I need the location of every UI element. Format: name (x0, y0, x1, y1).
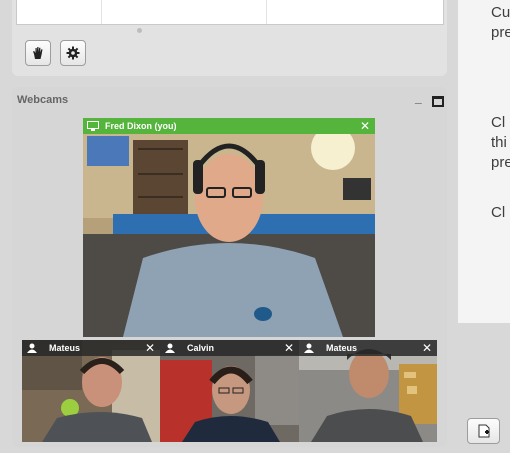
user-icon (304, 343, 314, 353)
participant-video: Calvin ✕ (160, 340, 299, 442)
add-document-icon (478, 424, 489, 438)
raise-hand-button[interactable] (25, 40, 51, 66)
webcam-icon (87, 121, 99, 131)
top-panel (12, 0, 447, 76)
right-panel-text: Cl (491, 204, 506, 221)
right-panel-text: pre (491, 154, 510, 171)
right-panel-text: pre (491, 24, 510, 41)
close-icon[interactable]: ✕ (284, 340, 294, 356)
participant-video: Mateus ✕ (22, 340, 160, 442)
user-icon (27, 343, 37, 353)
close-icon[interactable]: ✕ (360, 118, 370, 134)
right-column (455, 0, 510, 453)
video-feed (83, 118, 375, 337)
participant-video: Mateus ✕ (299, 340, 437, 442)
main-video-titlebar: Fred Dixon (you) ✕ (83, 118, 375, 134)
table-cell (17, 0, 102, 24)
webcams-title: Webcams (17, 94, 69, 106)
webcams-panel: Webcams _ Fred Dixon (you) ✕ Mateus ✕ Ca… (12, 87, 447, 447)
left-column: Webcams _ Fred Dixon (you) ✕ Mateus ✕ Ca… (0, 0, 455, 453)
main-video: Fred Dixon (you) ✕ (83, 118, 375, 337)
right-panel-text: thi (491, 134, 507, 151)
minimize-button[interactable]: _ (415, 91, 422, 105)
close-icon[interactable]: ✕ (145, 340, 155, 356)
participant-titlebar: Calvin ✕ (160, 340, 299, 356)
table-cell (101, 0, 267, 24)
right-panel-text: Cl (491, 114, 506, 131)
main-video-name: Fred Dixon (you) (105, 121, 177, 131)
settings-button[interactable] (60, 40, 86, 66)
raise-hand-icon (33, 47, 43, 59)
close-icon[interactable]: ✕ (422, 340, 432, 356)
scroll-indicator (137, 28, 142, 33)
maximize-button[interactable] (432, 96, 444, 107)
right-panel-text: Cu (491, 4, 510, 21)
top-table (16, 0, 444, 25)
add-document-button[interactable] (467, 418, 500, 444)
participant-name: Calvin (187, 343, 215, 353)
participant-name: Mateus (326, 343, 358, 353)
participant-titlebar: Mateus ✕ (22, 340, 160, 356)
user-icon (165, 343, 175, 353)
participant-name: Mateus (49, 343, 81, 353)
participant-titlebar: Mateus ✕ (299, 340, 437, 356)
gear-icon (66, 46, 80, 60)
